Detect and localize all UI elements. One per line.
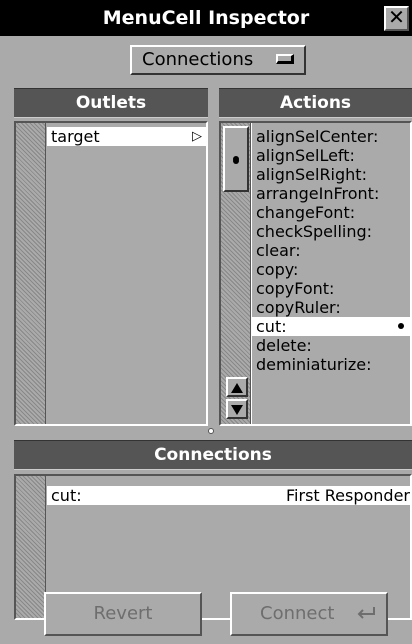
outlets-list[interactable]: target ▷ — [14, 121, 208, 426]
action-item-label: alignSelCenter: — [256, 127, 379, 146]
action-item-label: deminiaturize: — [256, 355, 372, 374]
action-item-label: copyRuler: — [256, 298, 341, 317]
action-item[interactable]: alignSelLeft: — [252, 146, 410, 165]
outlets-header-label: Outlets — [75, 93, 147, 113]
connections-header-label: Connections — [154, 445, 272, 465]
action-item-label: clear: — [256, 241, 301, 260]
actions-items: alignSelCenter: alignSelLeft: alignSelRi… — [252, 123, 410, 424]
outlets-header: Outlets — [14, 88, 208, 118]
popup-selected-label: Connections — [142, 49, 254, 70]
scroll-up-button[interactable] — [226, 377, 248, 397]
action-item[interactable]: copyFont: — [252, 279, 410, 298]
action-item-label: copy: — [256, 260, 299, 279]
action-item-label: checkSpelling: — [256, 222, 373, 241]
action-item-label: alignSelLeft: — [256, 146, 355, 165]
split-view-handle[interactable] — [208, 428, 214, 434]
connection-action: cut: — [51, 486, 82, 505]
action-item[interactable]: changeFont: — [252, 203, 410, 222]
popup-menu-icon — [276, 54, 294, 64]
action-item[interactable]: alignSelCenter: — [252, 127, 410, 146]
connection-dot-icon — [233, 156, 239, 162]
close-icon[interactable]: ✕ — [384, 6, 409, 31]
action-item[interactable]: arrangeInFront: — [252, 184, 410, 203]
action-item[interactable]: clear: — [252, 241, 410, 260]
action-item-label: alignSelRight: — [256, 165, 367, 184]
revert-button[interactable]: Revert — [44, 592, 202, 636]
action-item[interactable]: delete: — [252, 336, 410, 355]
actions-header: Actions — [219, 88, 412, 118]
revert-button-label: Revert — [93, 603, 153, 624]
action-item[interactable]: checkSpelling: — [252, 222, 410, 241]
title-bar[interactable]: MenuCell Inspector — [0, 0, 412, 36]
arrow-up-icon — [231, 383, 243, 393]
connection-target: First Responder — [286, 486, 410, 505]
action-item-selected[interactable]: cut: — [252, 317, 410, 336]
connections-scroller-track[interactable] — [16, 476, 46, 618]
connections-header: Connections — [14, 440, 412, 470]
action-item[interactable]: alignSelRight: — [252, 165, 410, 184]
actions-list[interactable]: alignSelCenter: alignSelLeft: alignSelRi… — [219, 121, 412, 426]
action-item-label: changeFont: — [256, 203, 356, 222]
outlets-scroller-track[interactable] — [16, 123, 46, 424]
outlet-item-label: target — [51, 127, 100, 146]
connection-row[interactable]: cut: First Responder — [47, 486, 410, 505]
scroll-down-button[interactable] — [226, 399, 248, 419]
action-item[interactable]: copy: — [252, 260, 410, 279]
connect-button-label: Connect — [260, 603, 335, 624]
outlet-item-target[interactable]: target ▷ — [47, 127, 206, 146]
outlet-arrow-icon: ▷ — [192, 129, 202, 144]
action-item-label: arrangeInFront: — [256, 184, 380, 203]
window-title: MenuCell Inspector — [102, 7, 310, 29]
return-icon — [357, 607, 375, 619]
action-item[interactable]: copyRuler: — [252, 298, 410, 317]
action-item-label: delete: — [256, 336, 312, 355]
connect-button[interactable]: Connect — [230, 592, 388, 636]
action-item-label: cut: — [256, 317, 287, 336]
actions-header-label: Actions — [279, 93, 352, 113]
arrow-down-icon — [231, 405, 243, 415]
action-item[interactable]: deminiaturize: — [252, 355, 410, 374]
action-item-label: copyFont: — [256, 279, 335, 298]
connected-dot-icon — [398, 323, 404, 329]
